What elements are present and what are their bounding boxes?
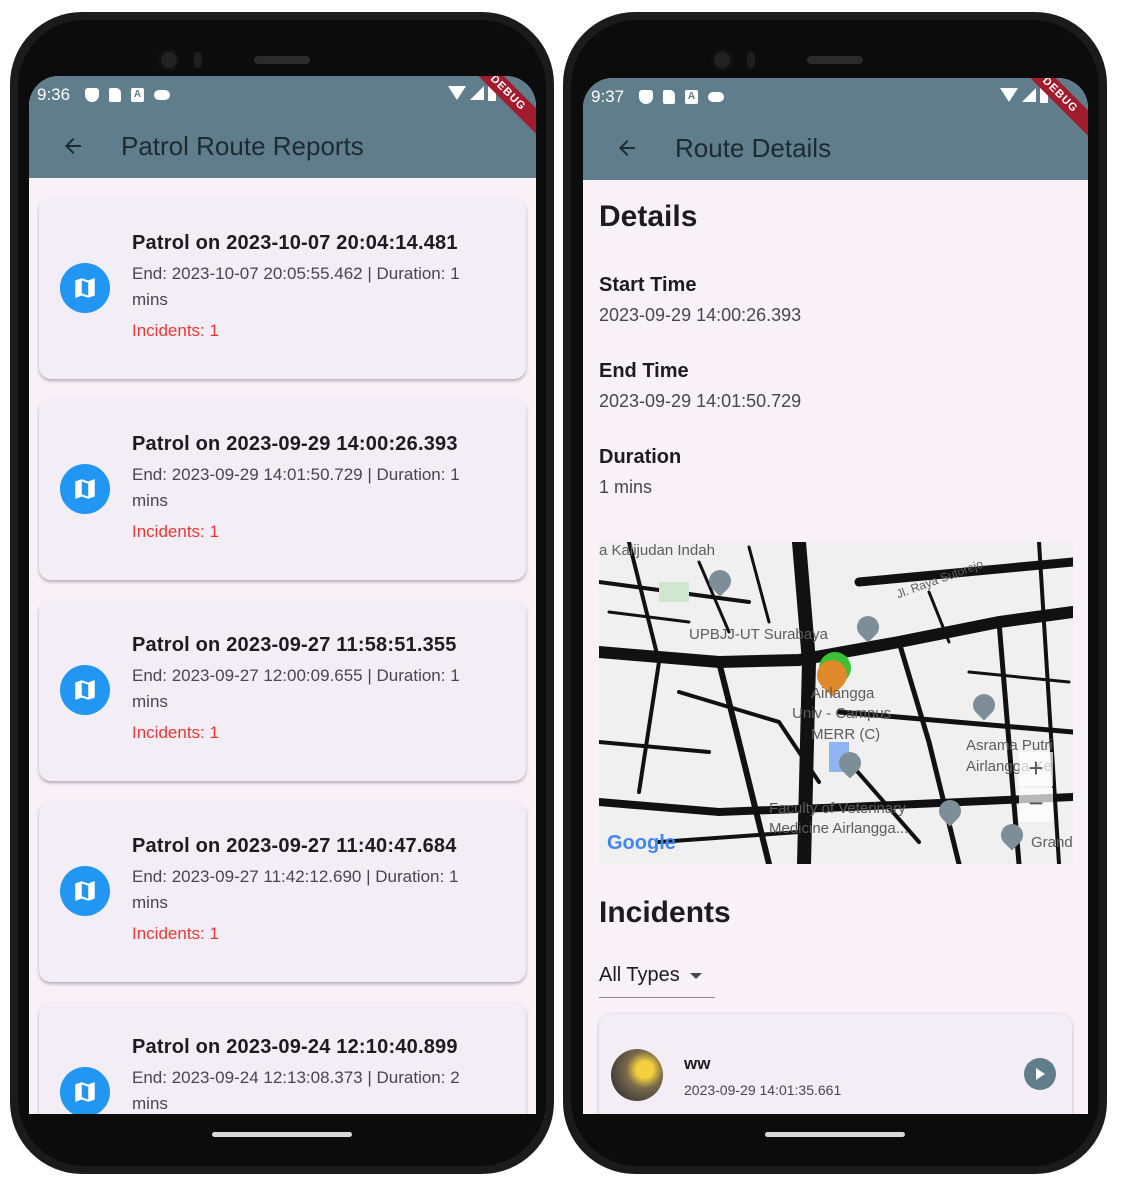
report-card[interactable]: Patrol on 2023-09-29 14:00:26.393 End: 2… — [39, 399, 526, 580]
map-label: Airlangga — [811, 685, 875, 702]
phone-right: 9:37 A DEBUG Route Details Details Start… — [563, 12, 1107, 1174]
duration-label: Duration — [599, 446, 682, 468]
a-icon: A — [131, 88, 144, 102]
shield-icon — [639, 90, 653, 104]
map-icon — [60, 464, 110, 514]
sensor — [747, 52, 755, 68]
cloud-icon — [154, 90, 170, 100]
map-icon — [60, 263, 110, 313]
sd-card-icon — [109, 88, 121, 102]
map-label: Grand — [1031, 834, 1073, 851]
incident-card[interactable]: ww 2023-09-29 14:01:35.661 — [599, 1014, 1072, 1114]
app-bar: Patrol Route Reports — [29, 114, 536, 178]
map-label: MERR (C) — [811, 726, 881, 743]
a-icon: A — [685, 90, 698, 104]
incident-time: 2023-09-29 14:01:35.661 — [684, 1082, 842, 1098]
report-card[interactable]: Patrol on 2023-09-24 12:10:40.899 End: 2… — [39, 1002, 526, 1114]
incident-type-filter[interactable]: All Types — [599, 964, 715, 998]
earpiece — [807, 56, 863, 64]
sensor — [194, 52, 202, 68]
map-icon — [60, 866, 110, 916]
map-label: a Kalijudan Indah — [599, 542, 715, 559]
end-time-value: 2023-09-29 14:01:50.729 — [599, 391, 802, 411]
map-icon — [60, 1067, 110, 1114]
screen-patrol-reports: 9:36 A DEBUG Patrol Route Reports Patrol… — [29, 76, 536, 1114]
map-label: Medicine Airlangga... — [769, 820, 909, 837]
zoom-out-button[interactable]: − — [1019, 788, 1053, 822]
map-label: Univ - Campus — [792, 705, 892, 722]
status-time: 9:36 — [37, 85, 71, 104]
front-camera — [158, 49, 180, 71]
screen-route-details: 9:37 A DEBUG Route Details Details Start… — [583, 78, 1088, 1114]
signal-icon — [470, 86, 484, 100]
play-icon[interactable] — [1024, 1058, 1056, 1090]
front-camera — [711, 49, 733, 71]
dropdown-arrow-icon — [689, 972, 702, 979]
report-end-duration: End: 2023-10-07 20:05:55.462 | Duration:… — [132, 264, 460, 309]
details-heading: Details — [599, 200, 698, 233]
details-content[interactable]: Details Start Time 2023-09-29 14:00:26.3… — [583, 200, 1088, 1114]
report-card[interactable]: Patrol on 2023-09-27 11:58:51.355 End: 2… — [39, 600, 526, 781]
wifi-icon — [448, 86, 466, 100]
duration-value: 1 mins — [599, 477, 653, 497]
incident-title: ww — [684, 1054, 711, 1073]
report-end-duration: End: 2023-09-24 12:13:08.373 | Duration:… — [132, 1068, 460, 1113]
page-title: Patrol Route Reports — [121, 130, 364, 161]
report-card[interactable]: Patrol on 2023-09-27 11:40:47.684 End: 2… — [39, 801, 526, 982]
sd-card-icon — [663, 90, 675, 104]
report-incidents: Incidents: 1 — [132, 522, 219, 541]
status-bar: 9:37 A DEBUG — [583, 78, 1088, 144]
map-label: UPBJJ-UT Surabaya — [689, 626, 828, 643]
report-list[interactable]: Patrol on 2023-10-07 20:04:14.481 End: 2… — [29, 178, 536, 1114]
report-incidents: Incidents: 1 — [132, 924, 219, 943]
app-bar: Route Details — [583, 116, 1088, 180]
end-time-label: End Time — [599, 360, 689, 382]
signal-icon — [1022, 88, 1036, 102]
phone-left: 9:36 A DEBUG Patrol Route Reports Patrol… — [10, 12, 554, 1174]
start-time-value: 2023-09-29 14:00:26.393 — [599, 305, 802, 325]
zoom-in-button[interactable]: + — [1019, 752, 1053, 786]
gesture-bar[interactable] — [765, 1132, 905, 1137]
report-title: Patrol on 2023-09-27 11:58:51.355 — [132, 634, 457, 656]
report-title: Patrol on 2023-09-29 14:00:26.393 — [132, 433, 458, 455]
map-label: Faculty of Veterinary — [769, 800, 906, 817]
report-end-duration: End: 2023-09-27 12:00:09.655 | Duration:… — [132, 666, 460, 711]
route-map[interactable]: a Kalijudan Indah Jl. Raya Sutorejo UPBJ… — [599, 542, 1073, 864]
cloud-icon — [708, 92, 724, 102]
report-incidents: Incidents: 1 — [132, 723, 219, 742]
page-title: Route Details — [675, 132, 832, 163]
report-card[interactable]: Patrol on 2023-10-07 20:04:14.481 End: 2… — [39, 198, 526, 379]
start-time-label: Start Time — [599, 274, 697, 296]
back-arrow-icon[interactable] — [45, 118, 101, 174]
status-bar: 9:36 A DEBUG — [29, 76, 536, 142]
map-icon — [60, 665, 110, 715]
shield-icon — [85, 88, 99, 102]
report-incidents: Incidents: 1 — [132, 321, 219, 340]
report-title: Patrol on 2023-09-27 11:40:47.684 — [132, 835, 457, 857]
filter-selected-value: All Types — [599, 964, 680, 986]
incidents-heading: Incidents — [599, 896, 731, 929]
wifi-icon — [1000, 88, 1018, 102]
report-end-duration: End: 2023-09-27 11:42:12.690 | Duration:… — [132, 867, 459, 912]
status-time: 9:37 — [591, 87, 625, 106]
google-logo: Google — [607, 832, 676, 854]
back-arrow-icon[interactable] — [599, 120, 655, 176]
report-end-duration: End: 2023-09-29 14:01:50.729 | Duration:… — [132, 465, 460, 510]
gesture-bar[interactable] — [212, 1132, 352, 1137]
incident-photo — [611, 1049, 663, 1101]
report-title: Patrol on 2023-09-24 12:10:40.899 — [132, 1036, 458, 1058]
earpiece — [254, 56, 310, 64]
report-title: Patrol on 2023-10-07 20:04:14.481 — [132, 232, 458, 254]
